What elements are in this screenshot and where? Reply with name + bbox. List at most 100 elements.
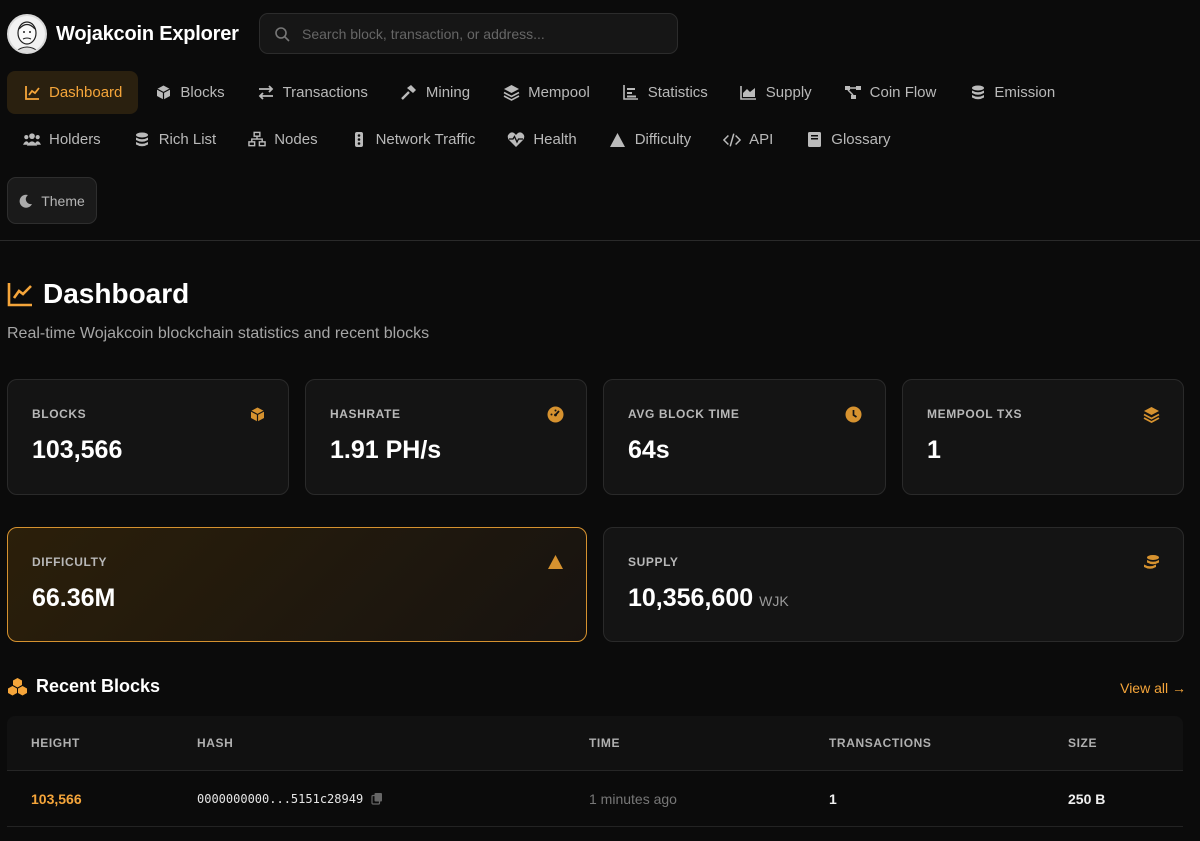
- cube-icon: [248, 405, 266, 423]
- copy-icon[interactable]: [371, 792, 383, 805]
- block-height-link[interactable]: 103,566: [31, 791, 82, 807]
- stat-value: 64s: [628, 436, 670, 464]
- stat-value: 103,566: [32, 436, 123, 464]
- book-icon: [805, 131, 823, 149]
- warning-icon: [609, 131, 627, 149]
- stat-value: 66.36M: [32, 584, 116, 612]
- top-header: Wojakcoin Explorer Dashboard Blocks Tran…: [0, 0, 1200, 241]
- nav-item-dashboard[interactable]: Dashboard: [7, 71, 139, 114]
- page-heading: Dashboard: [43, 278, 190, 309]
- block-hash-cell: 0000000000...5151c28949: [197, 792, 383, 806]
- clock-icon: [844, 405, 862, 423]
- nav-item-difficulty[interactable]: Difficulty: [593, 118, 707, 161]
- nav-item-rich-list[interactable]: Rich List: [117, 118, 233, 161]
- nav-item-statistics[interactable]: Statistics: [606, 71, 724, 114]
- stat-card-supply: SUPPLY 10,356,600 WJK: [603, 527, 1184, 642]
- network-icon: [248, 131, 266, 149]
- nav-row-secondary: Holders Rich List Nodes Network Traffic …: [7, 118, 906, 161]
- gauge-icon: [546, 405, 564, 423]
- nav-item-network-traffic[interactable]: Network Traffic: [334, 118, 492, 161]
- cubes-icon: [7, 677, 28, 696]
- block-transactions: 1: [829, 790, 837, 807]
- nav-label: Network Traffic: [375, 131, 476, 148]
- nav-item-nodes[interactable]: Nodes: [232, 118, 333, 161]
- view-all-link[interactable]: View all →: [1120, 680, 1186, 696]
- coins-icon: [1142, 553, 1160, 571]
- brand[interactable]: Wojakcoin Explorer: [7, 13, 239, 55]
- stat-label: BLOCKS: [32, 407, 87, 421]
- nav-item-mempool[interactable]: Mempool: [486, 71, 606, 114]
- stat-label: HASHRATE: [330, 407, 401, 421]
- nav-item-coin-flow[interactable]: Coin Flow: [828, 71, 953, 114]
- table-row[interactable]: 103,566 0000000000...5151c28949 1 minute…: [7, 771, 1183, 827]
- nav-label: Mempool: [528, 84, 590, 101]
- nav-label: Rich List: [158, 131, 217, 148]
- stat-unit: WJK: [759, 593, 789, 609]
- nav-label: Coin Flow: [869, 84, 937, 101]
- layers-icon: [1142, 405, 1160, 423]
- page-title: Dashboard: [7, 278, 189, 310]
- nav-item-health[interactable]: Health: [491, 118, 592, 161]
- nav-item-holders[interactable]: Holders: [7, 118, 117, 161]
- stat-card-hashrate: HASHRATE 1.91 PH/s: [305, 379, 587, 495]
- nav-label: Nodes: [274, 131, 318, 148]
- bar-chart-icon: [622, 84, 640, 102]
- theme-toggle-button[interactable]: Theme: [7, 177, 97, 224]
- column-header-hash[interactable]: HASH: [197, 736, 233, 750]
- stat-value: 1: [927, 436, 941, 464]
- nav-label: API: [749, 131, 774, 148]
- hammer-icon: [400, 84, 418, 102]
- recent-blocks-heading: Recent Blocks: [7, 676, 160, 697]
- flow-icon: [844, 84, 862, 102]
- stat-card-difficulty: DIFFICULTY 66.36M: [7, 527, 587, 642]
- recent-blocks-table: HEIGHT HASH TIME TRANSACTIONS SIZE 103,5…: [7, 716, 1183, 827]
- stat-label: DIFFICULTY: [32, 555, 108, 569]
- recent-blocks-title: Recent Blocks: [36, 676, 161, 696]
- wojak-logo-avatar: [7, 14, 47, 54]
- nav-item-emission[interactable]: Emission: [952, 71, 1071, 114]
- nav-item-glossary[interactable]: Glossary: [789, 118, 906, 161]
- column-header-size[interactable]: SIZE: [1068, 736, 1097, 750]
- search-input[interactable]: [302, 25, 677, 42]
- layers-icon: [502, 84, 520, 102]
- stat-label: AVG BLOCK TIME: [628, 407, 740, 421]
- nav-item-mining[interactable]: Mining: [384, 71, 486, 114]
- column-header-time[interactable]: TIME: [589, 736, 620, 750]
- block-time: 1 minutes ago: [589, 790, 677, 807]
- users-icon: [23, 131, 41, 149]
- theme-label: Theme: [41, 192, 85, 209]
- search-icon: [274, 26, 290, 42]
- nav-item-blocks[interactable]: Blocks: [138, 71, 240, 114]
- nav-label: Holders: [49, 131, 101, 148]
- nav-item-supply[interactable]: Supply: [724, 71, 828, 114]
- nav-label: Mining: [425, 84, 471, 101]
- stat-card-mempool: MEMPOOL TXS 1: [902, 379, 1184, 495]
- stat-value-wrapper: 10,356,600 WJK: [628, 584, 789, 613]
- warning-icon: [546, 553, 564, 571]
- chart-line-icon: [23, 84, 41, 102]
- coins-icon: [133, 131, 151, 149]
- coins-icon: [968, 84, 986, 102]
- nav-item-api[interactable]: API: [707, 118, 789, 161]
- brand-title: Wojakcoin Explorer: [56, 22, 239, 45]
- area-chart-icon: [740, 84, 758, 102]
- chart-line-icon: [7, 281, 34, 307]
- nav-label: Glossary: [831, 131, 891, 148]
- nav-label: Difficulty: [634, 131, 692, 148]
- table-header: HEIGHT HASH TIME TRANSACTIONS SIZE: [7, 716, 1183, 771]
- search-box[interactable]: [259, 13, 678, 54]
- code-icon: [723, 131, 742, 149]
- nav-label: Transactions: [282, 84, 368, 101]
- page-subtitle: Real-time Wojakcoin blockchain statistic…: [7, 325, 430, 342]
- nav-label: Health: [533, 131, 577, 148]
- stat-label: MEMPOOL TXS: [927, 407, 1023, 421]
- nav-item-transactions[interactable]: Transactions: [241, 71, 384, 114]
- block-hash[interactable]: 0000000000...5151c28949: [197, 792, 363, 806]
- stat-value: 10,356,600: [628, 584, 754, 612]
- column-header-height[interactable]: HEIGHT: [31, 736, 80, 750]
- stat-card-avg-block-time: AVG BLOCK TIME 64s: [603, 379, 886, 495]
- nav-label: Supply: [765, 84, 812, 101]
- column-header-transactions[interactable]: TRANSACTIONS: [829, 736, 932, 750]
- arrows-exchange-icon: [257, 84, 275, 102]
- block-size: 250 B: [1068, 790, 1106, 807]
